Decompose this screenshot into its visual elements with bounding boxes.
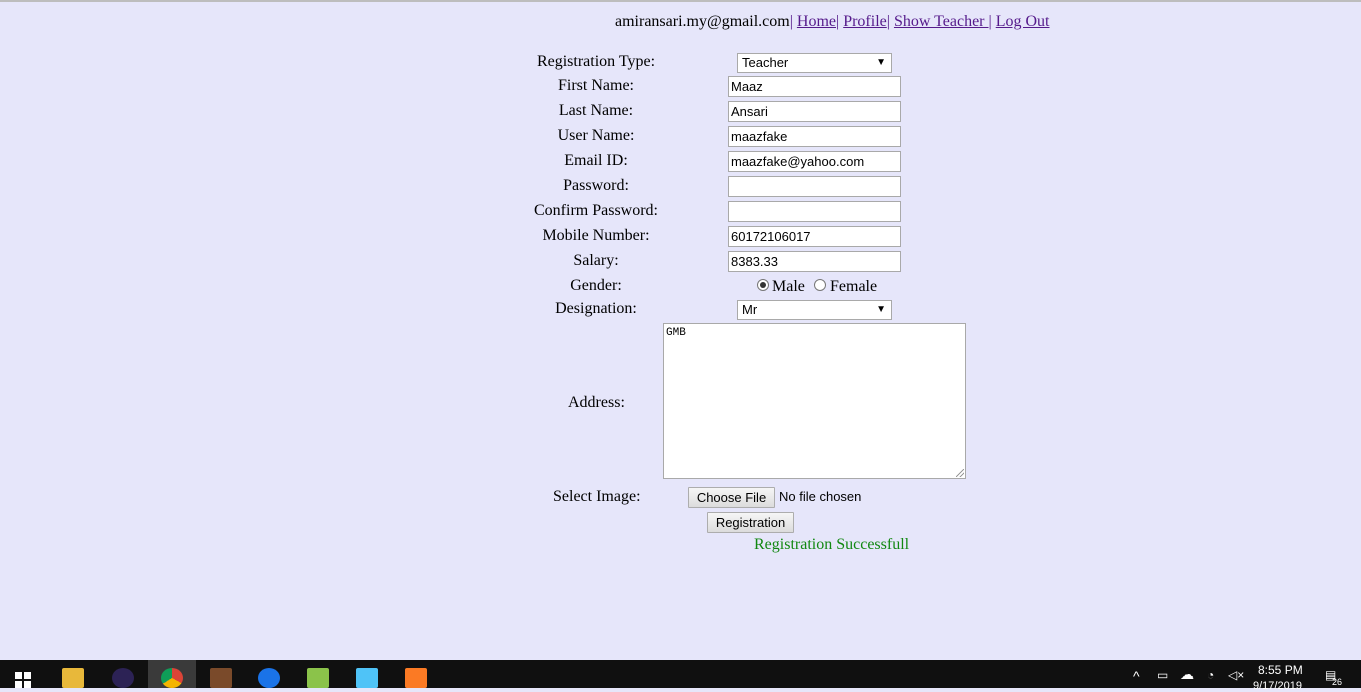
address-value: GMB (666, 327, 686, 339)
nav-home-link[interactable]: Home (797, 13, 836, 30)
nav-separator: | (886, 13, 890, 30)
taskbar: ^ ▭ ☁ ◔ ◁× 8:55 PM 9/17/2019 ▤ 26 (0, 660, 1361, 692)
choose-file-button[interactable]: Choose File (688, 487, 775, 508)
last-name-label: Last Name: (558, 102, 634, 119)
nav-separator: | (789, 13, 793, 30)
chevron-down-icon: ▼ (876, 304, 886, 315)
volume-muted-icon[interactable]: ◁× (1228, 668, 1244, 682)
clock-date[interactable]: 9/17/2019 (1253, 680, 1302, 692)
user-email: amiransari.my@gmail.com (615, 13, 790, 30)
app-icon[interactable] (210, 668, 232, 688)
chrome-icon[interactable] (161, 668, 183, 688)
gender-label: Gender: (570, 277, 622, 294)
chevron-up-icon[interactable]: ^ (1133, 668, 1140, 684)
mobile-number-field[interactable] (728, 226, 901, 247)
gender-female-radio[interactable] (814, 279, 826, 291)
registration-type-select[interactable]: Teacher ▼ (737, 53, 892, 73)
registration-type-label: Registration Type: (536, 53, 656, 70)
designation-select[interactable]: Mr ▼ (737, 300, 892, 320)
eclipse-icon[interactable] (112, 668, 134, 688)
password-label: Password: (563, 177, 629, 194)
designation-label: Designation: (555, 300, 637, 317)
gender-male-radio[interactable] (757, 279, 769, 291)
email-label: Email ID: (564, 152, 628, 169)
maps-icon[interactable] (258, 668, 280, 688)
last-name-field[interactable] (728, 101, 901, 122)
battery-icon[interactable]: ▭ (1157, 668, 1168, 682)
gender-female-label: Female (830, 278, 878, 295)
nav-profile-link[interactable]: Profile (843, 13, 887, 30)
designation-value: Mr (742, 302, 758, 317)
wifi-icon[interactable]: ◔ (1207, 668, 1214, 682)
email-field[interactable] (728, 151, 901, 172)
resize-grip-icon[interactable] (956, 469, 964, 477)
salary-label: Salary: (573, 252, 619, 269)
registration-button[interactable]: Registration (707, 512, 794, 533)
gender-male-label: Male (772, 278, 805, 295)
address-label: Address: (568, 394, 625, 411)
success-message: Registration Successfull (754, 536, 910, 553)
confirm-password-label: Confirm Password: (534, 202, 658, 219)
xampp-icon[interactable] (405, 668, 427, 688)
first-name-field[interactable] (728, 76, 901, 97)
nav-separator: | (988, 13, 992, 30)
editor-icon[interactable] (356, 668, 378, 688)
select-image-label: Select Image: (553, 488, 641, 505)
nav-logout-link[interactable]: Log Out (996, 13, 1050, 30)
first-name-label: First Name: (558, 77, 634, 94)
nav-show-teacher-link[interactable]: Show Teacher (894, 13, 989, 30)
user-nav: amiransari.my@gmail.com| Home| Profile| … (615, 13, 1050, 31)
file-status: No file chosen (779, 489, 862, 504)
password-field[interactable] (728, 176, 901, 197)
top-border (0, 0, 1361, 2)
file-explorer-icon[interactable] (62, 668, 84, 688)
nav-separator: | (836, 13, 840, 30)
mobile-number-label: Mobile Number: (542, 227, 650, 244)
address-textarea[interactable]: GMB (663, 323, 966, 479)
windows-start-icon[interactable] (15, 672, 31, 688)
notepad-icon[interactable] (307, 668, 329, 688)
confirm-password-field[interactable] (728, 201, 901, 222)
registration-type-value: Teacher (742, 55, 789, 70)
chevron-down-icon: ▼ (876, 57, 886, 68)
cloud-icon[interactable]: ☁ (1180, 666, 1194, 683)
user-name-label: User Name: (557, 127, 635, 144)
clock-time[interactable]: 8:55 PM (1258, 663, 1303, 677)
user-name-field[interactable] (728, 126, 901, 147)
notification-count: 26 (1332, 677, 1343, 687)
salary-field[interactable] (728, 251, 901, 272)
